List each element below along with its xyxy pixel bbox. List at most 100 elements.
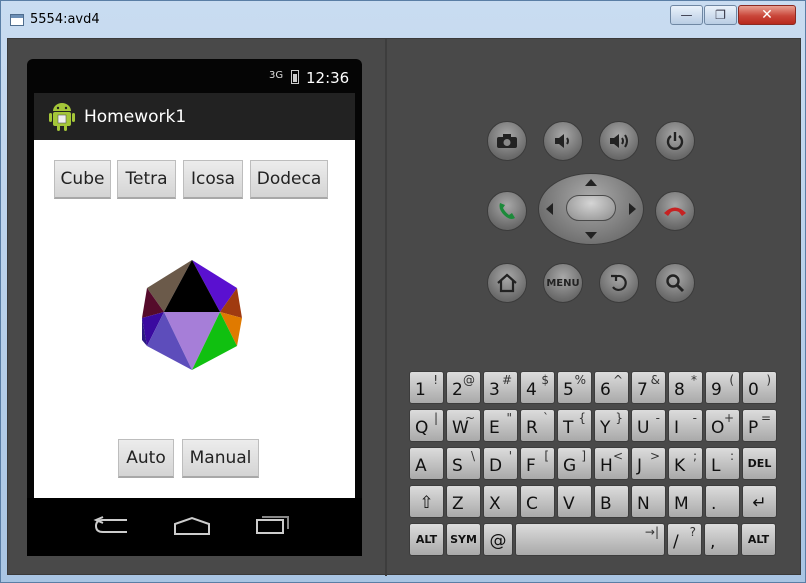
key-label: 6	[600, 380, 611, 400]
dpad-up-icon[interactable]	[585, 179, 597, 186]
key-label: U	[637, 418, 650, 438]
space-key[interactable]: →|	[515, 523, 665, 556]
key-row1-7[interactable]: 8 *	[668, 371, 703, 404]
hardware-keyboard: 1! 2 @3 #4 $5% 6 ^ 7 & 8 * 9(0) Q | W ~ E " R ` T{Y} U - I - O + P =…	[404, 371, 784, 559]
key-row1-3[interactable]: 4 $	[520, 371, 555, 404]
key-row2-1[interactable]: W ~	[446, 409, 481, 442]
key-row3-9[interactable]: DEL	[742, 447, 777, 480]
key-row3-7[interactable]: K;	[668, 447, 703, 480]
device-screen: 3G 12:36 Homework1 Cube Tetra Icosa Dode…	[27, 59, 362, 556]
end-call-button[interactable]	[655, 191, 695, 231]
key-row2-8[interactable]: O +	[705, 409, 740, 442]
manual-button[interactable]: Manual	[182, 439, 259, 478]
key-label: L	[711, 456, 721, 476]
back-hw-button[interactable]	[599, 263, 639, 303]
key-row2-2[interactable]: E "	[483, 409, 518, 442]
key-row3-0[interactable]: A	[409, 447, 444, 480]
tetra-button[interactable]: Tetra	[117, 160, 176, 199]
key-label: ,	[710, 532, 716, 552]
close-button[interactable]: ✕	[738, 5, 796, 25]
key-row3-1[interactable]: S \	[446, 447, 481, 480]
key-alt-label: \	[470, 449, 475, 463]
key-row2-9[interactable]: P =	[742, 409, 777, 442]
key-row1-8[interactable]: 9(	[705, 371, 740, 404]
window-titlebar[interactable]: 5554:avd4 — ❐ ✕	[1, 1, 806, 37]
key-row4-3[interactable]: C	[520, 485, 555, 518]
key-alt-label: !	[433, 373, 438, 387]
key-row1-2[interactable]: 3 #	[483, 371, 518, 404]
at-key-label: @	[489, 531, 507, 551]
key-alt-label: }	[615, 411, 623, 425]
key-alt-label: ^	[612, 373, 623, 387]
volume-up-icon	[610, 134, 628, 148]
key-label: K	[674, 456, 686, 476]
key-row4-9[interactable]: ↵	[742, 485, 777, 518]
key-row4-4[interactable]: V	[557, 485, 592, 518]
dodeca-button[interactable]: Dodeca	[250, 160, 328, 199]
maximize-button[interactable]: ❐	[704, 5, 737, 25]
key-label: R	[526, 418, 538, 438]
key-row3-3[interactable]: F[	[520, 447, 555, 480]
nav-back-icon[interactable]	[93, 516, 131, 536]
at-key[interactable]: @	[483, 523, 513, 556]
camera-button[interactable]	[487, 121, 527, 161]
key-label: Z	[452, 494, 464, 514]
key-row2-4[interactable]: T{	[557, 409, 592, 442]
key-alt-label: *	[691, 373, 697, 387]
key-alt-label: ;	[692, 449, 697, 463]
key-row4-7[interactable]: M	[668, 485, 703, 518]
key-row2-3[interactable]: R `	[520, 409, 555, 442]
key-label: M	[674, 494, 689, 514]
volume-down-button[interactable]	[543, 121, 583, 161]
call-button[interactable]	[487, 191, 527, 231]
dpad-right-icon[interactable]	[629, 203, 636, 215]
auto-button[interactable]: Auto	[118, 439, 174, 478]
key-row3-5[interactable]: H <	[594, 447, 629, 480]
sym-key[interactable]: SYM	[446, 523, 481, 556]
search-hw-button[interactable]	[655, 263, 695, 303]
key-row1-0[interactable]: 1!	[409, 371, 444, 404]
key-row3-8[interactable]: L:	[705, 447, 740, 480]
key-row4-8[interactable]: .	[705, 485, 740, 518]
key-row4-0[interactable]: ⇧	[409, 485, 444, 518]
dpad-down-icon[interactable]	[585, 232, 597, 239]
dpad[interactable]	[538, 173, 644, 245]
key-label: 7	[637, 380, 648, 400]
cube-button[interactable]: Cube	[54, 160, 111, 199]
key-row3-2[interactable]: D '	[483, 447, 518, 480]
key-row2-6[interactable]: U-	[631, 409, 666, 442]
dpad-left-icon[interactable]	[546, 203, 553, 215]
dpad-center-button[interactable]	[566, 195, 616, 221]
key-row4-1[interactable]: Z	[446, 485, 481, 518]
key-alt-label: %	[574, 373, 586, 387]
key-row3-4[interactable]: G]	[557, 447, 592, 480]
menu-icon: MENU	[546, 277, 580, 289]
key-row2-5[interactable]: Y}	[594, 409, 629, 442]
nav-recent-apps-icon[interactable]	[255, 513, 291, 535]
key-row3-6[interactable]: J >	[631, 447, 666, 480]
key-alt-label: "	[506, 411, 512, 425]
alt-left-key[interactable]: ALT	[409, 523, 444, 556]
key-row1-1[interactable]: 2 @	[446, 371, 481, 404]
key-row4-6[interactable]: N	[631, 485, 666, 518]
slash-key[interactable]: /?	[667, 523, 702, 556]
key-row1-6[interactable]: 7 &	[631, 371, 666, 404]
key-row1-5[interactable]: 6 ^	[594, 371, 629, 404]
minimize-button[interactable]: —	[670, 5, 703, 25]
power-button[interactable]	[655, 121, 695, 161]
menu-hw-button[interactable]: MENU	[543, 263, 583, 303]
alt-right-key[interactable]: ALT	[741, 523, 776, 556]
icosa-button[interactable]: Icosa	[183, 160, 243, 199]
nav-home-icon[interactable]	[172, 516, 212, 536]
key-row4-2[interactable]: X	[483, 485, 518, 518]
comma-key[interactable]: ,	[704, 523, 739, 556]
key-row1-4[interactable]: 5%	[557, 371, 592, 404]
key-row1-9[interactable]: 0)	[742, 371, 777, 404]
key-row2-7[interactable]: I-	[668, 409, 703, 442]
volume-up-button[interactable]	[599, 121, 639, 161]
window-title: 5554:avd4	[30, 12, 100, 27]
home-hw-button[interactable]	[487, 263, 527, 303]
icosahedron-render[interactable]	[142, 260, 242, 374]
key-row4-5[interactable]: B	[594, 485, 629, 518]
key-row2-0[interactable]: Q |	[409, 409, 444, 442]
